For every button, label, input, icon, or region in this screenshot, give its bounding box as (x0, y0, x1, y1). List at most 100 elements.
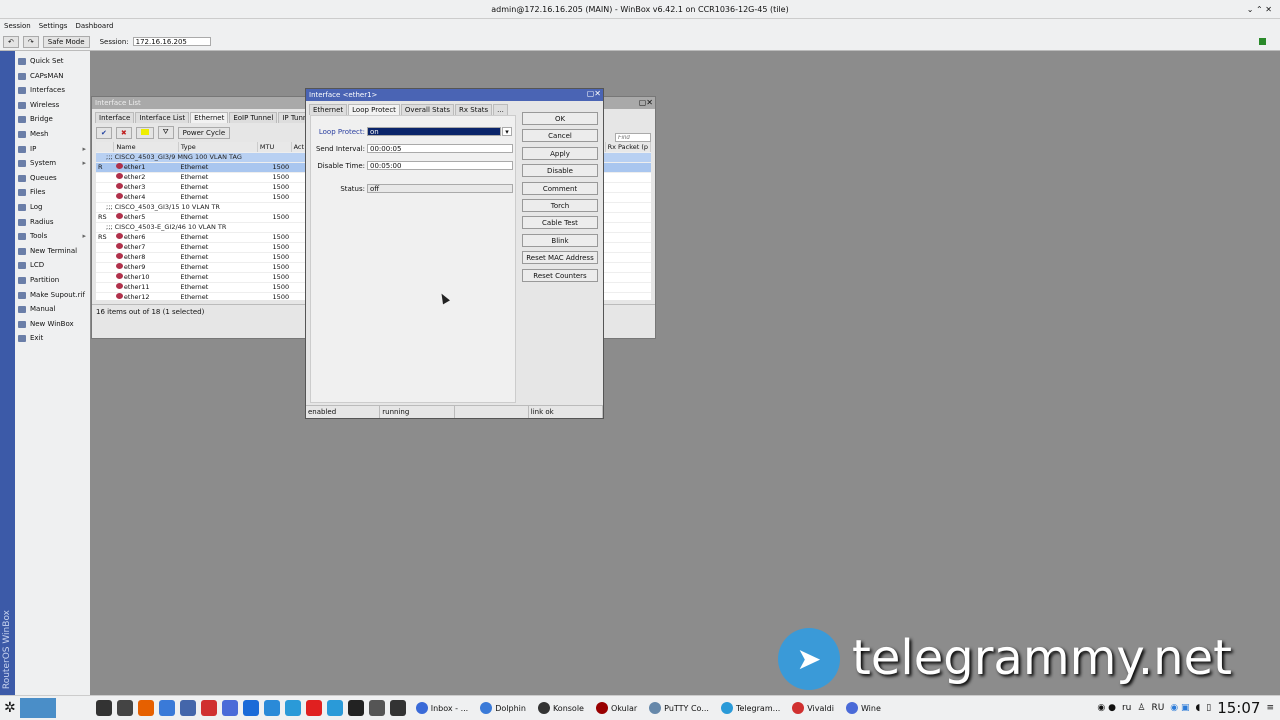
launcher-icon[interactable] (116, 700, 133, 716)
sidebar-item-label: CAPsMAN (30, 71, 64, 80)
desktop-pager[interactable] (19, 698, 56, 718)
sidebar-item-partition[interactable]: Partition (15, 273, 90, 288)
launcher-icon[interactable] (158, 700, 175, 716)
send-interval-input[interactable]: 00:00:05 (367, 144, 513, 153)
task-wine[interactable]: Wine (840, 697, 887, 719)
battery-icon[interactable]: ▯ (1206, 703, 1211, 713)
sidebar-item-wireless[interactable]: Wireless (15, 98, 90, 113)
sidebar-item-ip[interactable]: IP ▸ (15, 142, 90, 157)
undo-button[interactable]: ↶ (3, 35, 19, 48)
apply-button[interactable]: Apply (522, 146, 598, 160)
task-vivaldi[interactable]: Vivaldi (786, 697, 840, 719)
dialog-tab-more[interactable]: ... (493, 104, 508, 115)
launcher-icon[interactable] (263, 700, 280, 716)
volume-icon[interactable]: ◖ (1196, 703, 1201, 713)
launcher-icon[interactable] (389, 700, 406, 716)
dropdown-arrow-icon[interactable]: ▾ (502, 127, 512, 136)
keyboard-layout[interactable]: RU (1151, 703, 1164, 713)
sidebar-item-queues[interactable]: Queues (15, 171, 90, 186)
launcher-icon[interactable] (200, 700, 217, 716)
sidebar-item-interfaces[interactable]: Interfaces (15, 83, 90, 98)
ok-button[interactable]: OK (522, 112, 598, 125)
tray-icons[interactable]: ◉ ● (1097, 703, 1116, 713)
sidebar-item-tools[interactable]: Tools ▸ (15, 229, 90, 244)
sidebar-item-radius[interactable]: Radius (15, 215, 90, 230)
row-name-text: ether9 (123, 263, 146, 271)
network-icon[interactable]: ◉ ▣ (1170, 703, 1189, 713)
menu-session[interactable]: Session (4, 19, 31, 33)
menu-settings[interactable]: Settings (39, 19, 68, 33)
language-indicator[interactable]: ru (1122, 703, 1131, 713)
enable-icon[interactable]: ✔ (96, 126, 112, 139)
comment-icon[interactable] (135, 126, 154, 139)
launcher-icon[interactable] (284, 700, 301, 716)
dialog-tab-overall-stats[interactable]: Overall Stats (400, 104, 455, 115)
dialog-tab-ethernet[interactable]: Ethernet (309, 104, 348, 115)
sidebar-item-system[interactable]: System ▸ (15, 156, 90, 171)
app-launcher-icon[interactable]: ✲ (4, 700, 16, 716)
task-inbox[interactable]: Inbox - ... (410, 697, 475, 719)
tab-ethernet[interactable]: Ethernet (190, 112, 229, 123)
col-type[interactable]: Type (178, 142, 258, 153)
sidebar-item-exit[interactable]: Exit (15, 331, 90, 346)
power-cycle-button[interactable]: Power Cycle (177, 126, 231, 139)
sidebar-item-capsman[interactable]: CAPsMAN (15, 69, 90, 84)
task-konsole[interactable]: Konsole (532, 697, 590, 719)
comment-button[interactable]: Comment (522, 181, 598, 195)
col-mtu[interactable]: MTU (257, 142, 292, 153)
col-rx-packet[interactable]: Rx Packet (p (605, 142, 651, 153)
launcher-icon[interactable] (242, 700, 259, 716)
menu-dashboard[interactable]: Dashboard (75, 19, 113, 33)
tab-interface-list[interactable]: Interface List (135, 112, 190, 123)
launcher-icon[interactable] (305, 700, 322, 716)
disable-button[interactable]: Disable (522, 164, 598, 178)
sidebar-item-quick-set[interactable]: Quick Set (15, 54, 90, 69)
reset-mac-address-button[interactable]: Reset MAC Address (522, 251, 598, 265)
dialog-tab-rx-stats[interactable]: Rx Stats (455, 104, 493, 115)
task-okular[interactable]: Okular (590, 697, 643, 719)
loop-protect-select[interactable]: on (367, 127, 501, 136)
sidebar-item-mesh[interactable]: Mesh (15, 127, 90, 142)
sidebar-item-files[interactable]: Files (15, 185, 90, 200)
launcher-icon[interactable] (368, 700, 385, 716)
dialog-controls[interactable]: ▢✕ (587, 89, 601, 98)
col-name[interactable]: Name (113, 142, 179, 153)
task-telegram[interactable]: Telegram... (715, 697, 786, 719)
redo-button[interactable]: ↷ (22, 35, 39, 48)
launcher-icon[interactable] (221, 700, 238, 716)
tab-interface[interactable]: Interface (95, 112, 135, 123)
window-controls[interactable]: ⌄ ⌃ ✕ (1247, 0, 1272, 19)
window-controls[interactable]: ▢✕ (639, 98, 653, 107)
torch-button[interactable]: Torch (522, 198, 598, 212)
sidebar-item-manual[interactable]: Manual (15, 302, 90, 317)
cancel-button[interactable]: Cancel (522, 129, 598, 143)
task-putty-co[interactable]: PuTTY Co... (643, 697, 715, 719)
dialog-tab-loop-protect[interactable]: Loop Protect (348, 104, 400, 115)
sidebar-item-new-winbox[interactable]: New WinBox (15, 317, 90, 332)
blink-button[interactable]: Blink (522, 233, 598, 247)
launcher-icon[interactable] (347, 700, 364, 716)
launcher-icon[interactable] (179, 700, 196, 716)
disable-icon[interactable]: ✖ (115, 126, 132, 139)
task-dolphin[interactable]: Dolphin (474, 697, 532, 719)
sidebar-item-new-terminal[interactable]: New Terminal (15, 244, 90, 259)
safe-mode-button[interactable]: Safe Mode (42, 35, 90, 48)
clock[interactable]: 15:07 (1217, 699, 1260, 717)
reset-counters-button[interactable]: Reset Counters (522, 268, 598, 282)
launcher-icon[interactable] (95, 700, 112, 716)
menu-icon[interactable]: ≡ (1266, 703, 1274, 713)
user-icon[interactable]: ♙ (1137, 703, 1145, 713)
disable-time-input[interactable]: 00:05:00 (367, 161, 513, 170)
launcher-icon[interactable] (326, 700, 343, 716)
sidebar-item-bridge[interactable]: Bridge (15, 112, 90, 127)
filter-icon[interactable]: ⛛ (157, 126, 174, 139)
tab-eoip-tunnel[interactable]: EoIP Tunnel (229, 112, 278, 123)
sidebar-item-log[interactable]: Log (15, 200, 90, 215)
sidebar-item-lcd[interactable]: LCD (15, 258, 90, 273)
sidebar-item-make-supout-rif[interactable]: Make Supout.rif (15, 288, 90, 303)
find-input[interactable] (615, 133, 651, 142)
col-flags[interactable] (96, 142, 115, 153)
launcher-icon[interactable] (137, 700, 154, 716)
cable-test-button[interactable]: Cable Test (522, 216, 598, 230)
session-field[interactable]: 172.16.16.205 (132, 37, 211, 46)
